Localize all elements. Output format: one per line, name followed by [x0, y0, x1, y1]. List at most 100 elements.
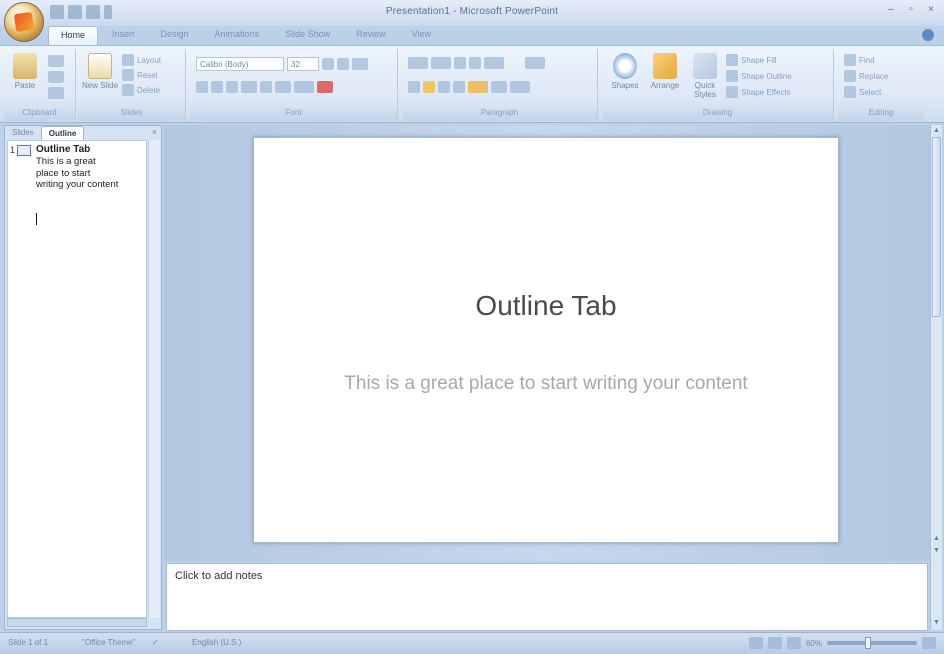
paragraph-group: Paragraph — [402, 49, 598, 121]
outline-editor[interactable]: 1 Outline Tab This is a great place to s… — [7, 140, 147, 618]
font-group-label: Font — [190, 108, 397, 121]
slide-title[interactable]: Outline Tab — [254, 290, 838, 322]
office-button[interactable] — [4, 2, 44, 42]
select-button[interactable]: Select — [844, 86, 881, 98]
layout-button[interactable]: Layout — [122, 54, 161, 66]
underline-icon[interactable] — [226, 81, 238, 93]
font-name-combo[interactable]: Calibri (Body) — [196, 57, 284, 71]
delete-slide-button[interactable]: Delete — [122, 84, 160, 96]
outline-vertical-scrollbar[interactable] — [148, 140, 160, 618]
tab-insert[interactable]: Insert — [100, 26, 147, 46]
numbering-icon[interactable] — [431, 57, 451, 69]
pane-tabs: Slides Outline — [5, 126, 85, 140]
notes-placeholder[interactable]: Click to add notes — [175, 570, 262, 582]
cut-icon[interactable] — [48, 55, 64, 67]
shape-fill-button[interactable]: Shape Fill — [726, 54, 777, 66]
align-center-icon[interactable] — [423, 81, 435, 93]
slide-show-view-icon[interactable] — [786, 637, 801, 649]
font-size-combo[interactable]: 32 — [287, 57, 319, 71]
tab-slides[interactable]: Slides — [5, 126, 41, 140]
maximize-button[interactable]: ▫ — [904, 4, 918, 16]
slide-canvas[interactable]: Outline Tab This is a great place to sta… — [253, 137, 839, 543]
line-spacing-icon[interactable] — [484, 57, 504, 69]
zoom-level[interactable]: 60% — [806, 639, 822, 648]
shadow-icon[interactable] — [260, 81, 272, 93]
shape-outline-button[interactable]: Shape Outline — [726, 70, 792, 82]
quick-styles-button[interactable]: Quick Styles — [688, 53, 722, 99]
grow-font-icon[interactable] — [322, 58, 334, 70]
tab-animations[interactable]: Animations — [203, 26, 272, 46]
notes-pane[interactable]: Click to add notes — [166, 563, 928, 631]
reset-button[interactable]: Reset — [122, 69, 158, 81]
change-case-icon[interactable] — [294, 81, 314, 93]
text-direction-icon[interactable] — [525, 57, 545, 69]
minimize-button[interactable]: – — [884, 4, 898, 16]
normal-view-icon[interactable] — [748, 637, 763, 649]
help-icon[interactable] — [922, 29, 934, 41]
outline-slide-body[interactable]: This is a great place to start writing y… — [36, 156, 120, 191]
zoom-slider-thumb[interactable] — [865, 637, 871, 649]
strikethrough-icon[interactable] — [241, 81, 257, 93]
decrease-indent-icon[interactable] — [454, 57, 466, 69]
convert-to-smartart-icon[interactable] — [510, 81, 530, 93]
outline-slide-title[interactable]: Outline Tab — [36, 144, 90, 155]
slide-editor-area: Outline Tab This is a great place to sta… — [164, 125, 930, 561]
shrink-font-icon[interactable] — [337, 58, 349, 70]
copy-icon[interactable] — [48, 71, 64, 83]
new-slide-button[interactable]: New Slide — [82, 53, 118, 90]
italic-icon[interactable] — [211, 81, 223, 93]
scroll-down-icon[interactable]: ▼ — [932, 619, 941, 627]
align-right-icon[interactable] — [438, 81, 450, 93]
scroll-thumb[interactable] — [932, 137, 941, 317]
slide-sorter-view-icon[interactable] — [767, 637, 782, 649]
find-button[interactable]: Find — [844, 54, 875, 66]
drawing-group-label: Drawing — [602, 108, 833, 121]
increase-indent-icon[interactable] — [469, 57, 481, 69]
slide-subtitle[interactable]: This is a great place to start writing y… — [344, 370, 748, 398]
spell-check-icon[interactable]: ✓ — [152, 638, 159, 647]
tab-home[interactable]: Home — [48, 26, 99, 46]
paragraph-group-label: Paragraph — [402, 108, 597, 121]
justify-icon[interactable] — [453, 81, 465, 93]
zoom-slider[interactable] — [827, 637, 917, 649]
select-label: Select — [859, 87, 882, 97]
previous-slide-icon[interactable]: ▲ — [932, 535, 941, 543]
arrange-button[interactable]: Arrange — [646, 53, 684, 90]
outline-horizontal-scrollbar[interactable] — [7, 618, 147, 627]
ribbon: Paste Clipboard New Slide Layout Reset D… — [0, 45, 944, 123]
status-right-controls: 60% — [748, 637, 936, 649]
format-painter-icon[interactable] — [48, 87, 64, 99]
tab-view[interactable]: View — [400, 26, 443, 46]
quick-styles-icon — [693, 53, 717, 79]
columns-icon[interactable] — [468, 81, 488, 93]
replace-button[interactable]: Replace — [844, 70, 888, 82]
paste-label: Paste — [14, 81, 36, 90]
bold-icon[interactable] — [196, 81, 208, 93]
tab-outline[interactable]: Outline — [40, 126, 85, 140]
next-slide-icon[interactable]: ▼ — [932, 547, 941, 555]
main-vertical-scrollbar[interactable]: ▲ ▲ ▼ ▼ — [930, 125, 942, 630]
shape-fill-icon — [726, 54, 738, 66]
font-color-icon[interactable] — [317, 81, 333, 93]
theme-status: "Office Theme" — [82, 638, 136, 647]
fit-to-window-icon[interactable] — [922, 637, 936, 649]
tab-slide-show[interactable]: Slide Show — [273, 26, 342, 46]
clipboard-group-label: Clipboard — [4, 108, 75, 121]
align-text-icon[interactable] — [491, 81, 507, 93]
paste-button[interactable]: Paste — [10, 53, 40, 90]
tab-review[interactable]: Review — [344, 26, 398, 46]
scroll-up-icon[interactable]: ▲ — [932, 127, 941, 135]
tab-design[interactable]: Design — [149, 26, 201, 46]
shape-effects-button[interactable]: Shape Effects — [726, 86, 791, 98]
select-icon — [844, 86, 856, 98]
clear-formatting-icon[interactable] — [352, 58, 368, 70]
language-status[interactable]: English (U.S.) — [192, 638, 241, 647]
slide-icon[interactable] — [17, 145, 31, 156]
align-left-icon[interactable] — [408, 81, 420, 93]
close-button[interactable]: × — [924, 4, 938, 16]
character-spacing-icon[interactable] — [275, 81, 291, 93]
close-pane-icon[interactable]: × — [152, 127, 157, 137]
bullets-icon[interactable] — [408, 57, 428, 69]
shapes-button[interactable]: Shapes — [608, 53, 642, 90]
shape-effects-icon — [726, 86, 738, 98]
